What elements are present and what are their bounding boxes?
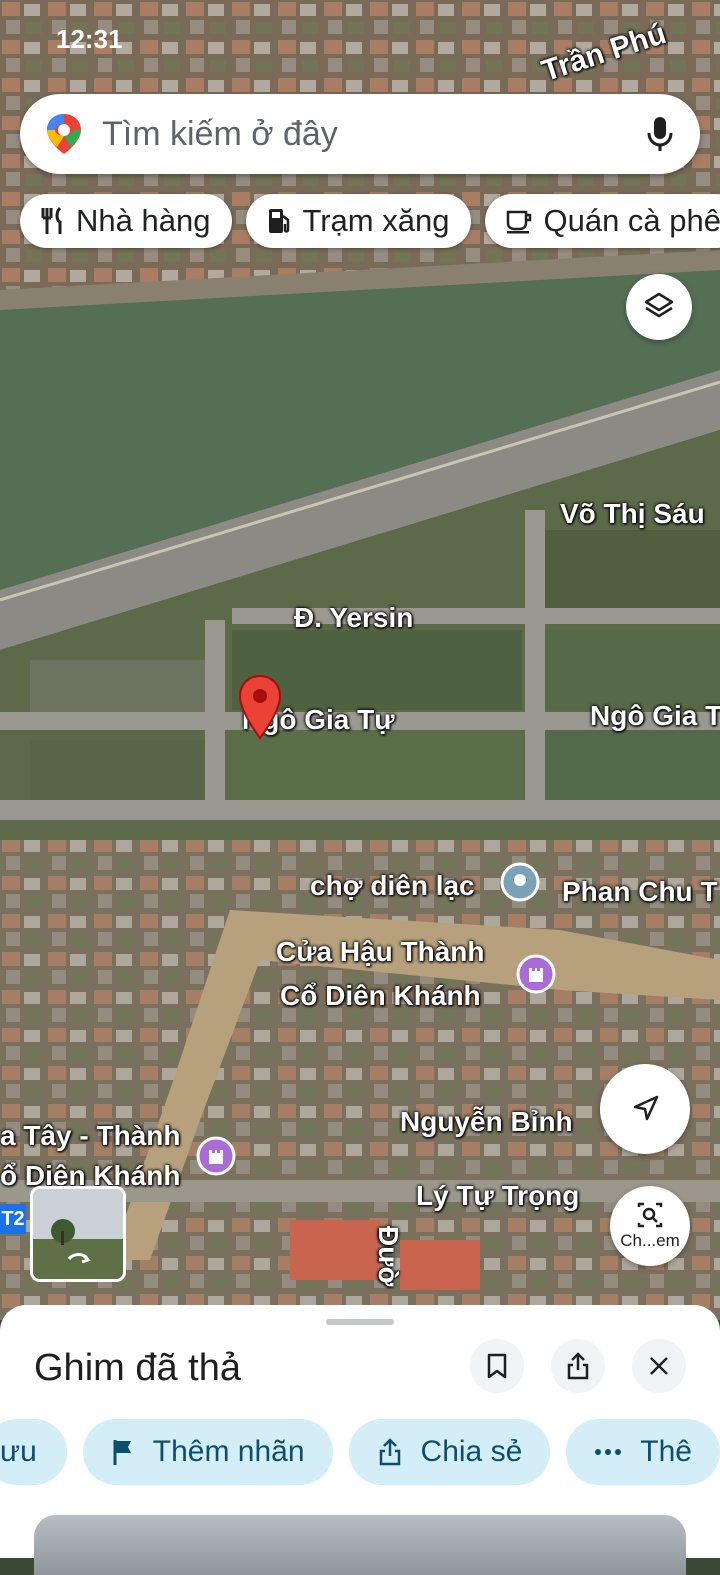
more-icon bbox=[595, 1449, 622, 1455]
share-icon bbox=[567, 1352, 589, 1380]
action-label: Thê bbox=[640, 1435, 692, 1468]
label-cua-hau-1: Cửa Hậu Thành bbox=[276, 936, 485, 967]
sheet-title: Ghim đã thả bbox=[34, 1347, 241, 1389]
action-add-label[interactable]: Thêm nhãn bbox=[82, 1419, 333, 1485]
street-view-thumbnail[interactable] bbox=[30, 1186, 126, 1282]
chip-label: Trạm xăng bbox=[302, 203, 450, 238]
close-icon bbox=[650, 1357, 668, 1375]
label-duong: Đườ bbox=[373, 1226, 404, 1287]
landmark-icon[interactable] bbox=[516, 954, 556, 994]
label-cua-hau-2: Cổ Diên Khánh bbox=[280, 980, 481, 1011]
layers-icon bbox=[644, 292, 674, 318]
chip-label: Nhà hàng bbox=[76, 203, 211, 238]
chip-label: Quán cà phê bbox=[543, 203, 720, 238]
place-photo[interactable] bbox=[34, 1515, 686, 1575]
category-chips: Nhà hàng Trạm xăng Quán cà phê bbox=[20, 194, 720, 248]
close-button[interactable] bbox=[632, 1339, 686, 1393]
search-bar[interactable]: Tìm kiếm ở đây bbox=[20, 94, 700, 174]
label-ly-tu-trong: Lý Tự Trọng bbox=[416, 1180, 580, 1211]
share-icon bbox=[379, 1438, 400, 1466]
label-tay-thanh-1: a Tây - Thành bbox=[0, 1120, 181, 1151]
lens-search-button[interactable]: Ch...em bbox=[610, 1186, 690, 1266]
label-cho-dien-lac: chợ diên lạc bbox=[310, 870, 475, 901]
restaurant-icon bbox=[41, 206, 62, 234]
landmark-icon[interactable] bbox=[196, 1136, 236, 1176]
coffee-icon bbox=[507, 210, 532, 234]
microphone-icon[interactable] bbox=[646, 115, 674, 153]
action-more[interactable]: Thê bbox=[566, 1419, 720, 1485]
action-save[interactable]: ưu bbox=[0, 1419, 67, 1485]
label-phan-chu-trinh: Phan Chu T bbox=[562, 876, 718, 907]
navigation-arrow-icon bbox=[633, 1095, 659, 1121]
gas-station-icon bbox=[269, 209, 290, 233]
layers-button[interactable] bbox=[626, 274, 692, 340]
action-label: ưu bbox=[0, 1435, 37, 1468]
label-vo-thi-sau: Võ Thị Sáu bbox=[560, 498, 705, 529]
save-button[interactable] bbox=[470, 1339, 524, 1393]
flag-icon bbox=[113, 1440, 131, 1465]
google-maps-logo-icon bbox=[47, 114, 81, 154]
chip-gas-station[interactable]: Trạm xăng bbox=[246, 194, 472, 248]
label-nguyen-binh: Nguyễn Bỉnh bbox=[400, 1106, 573, 1137]
bookmark-icon bbox=[487, 1353, 507, 1379]
chip-coffee[interactable]: Quán cà phê bbox=[485, 194, 720, 248]
lens-label: Ch...em bbox=[620, 1231, 680, 1250]
dropped-pin-icon[interactable] bbox=[238, 674, 282, 740]
chip-restaurant[interactable]: Nhà hàng bbox=[20, 194, 233, 248]
action-chips: ưu Thêm nhãn Chia sẻ Thê bbox=[0, 1419, 720, 1485]
search-placeholder: Tìm kiếm ở đây bbox=[102, 114, 338, 153]
street-view-preview-image bbox=[33, 1189, 123, 1279]
satellite-map[interactable]: 12:31 Trần Phú Tìm kiếm ở đây Nhà hàng T… bbox=[0, 0, 720, 1320]
action-label: Thêm nhãn bbox=[152, 1435, 305, 1468]
my-location-button[interactable] bbox=[600, 1064, 690, 1154]
share-button[interactable] bbox=[551, 1339, 605, 1393]
status-time: 12:31 bbox=[56, 24, 123, 54]
route-badge: T2 bbox=[0, 1204, 26, 1234]
action-share[interactable]: Chia sẻ bbox=[348, 1419, 551, 1485]
market-place-icon[interactable] bbox=[500, 862, 540, 902]
label-yersin: Đ. Yersin bbox=[294, 602, 414, 633]
sheet-drag-handle[interactable] bbox=[326, 1319, 394, 1325]
action-label: Chia sẻ bbox=[420, 1435, 523, 1468]
label-ngo-gia-tu-east: Ngô Gia T bbox=[590, 700, 720, 731]
bottom-sheet[interactable]: Ghim đã thả ưu Thêm nhãn Chia sẻ Thê bbox=[0, 1305, 720, 1575]
camera-search-icon bbox=[637, 1202, 663, 1228]
